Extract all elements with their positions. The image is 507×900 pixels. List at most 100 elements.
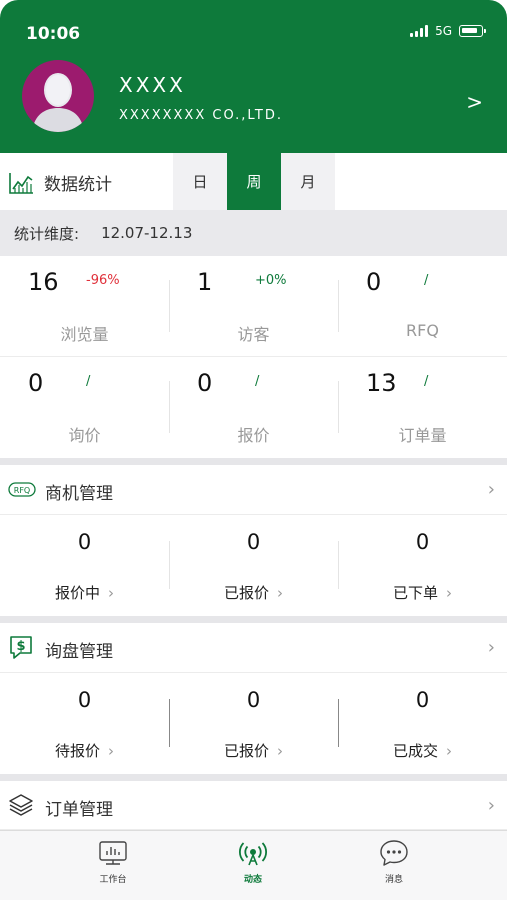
message-icon (380, 840, 408, 866)
chevron-right-icon: › (487, 479, 495, 500)
inquiry-section: $ 询盘管理 › 0 待报价 › 0 已报价 › 0 已成交 › (0, 623, 507, 774)
divider (169, 381, 170, 433)
metric-label: 浏览量 (60, 325, 109, 344)
metric-value: 13 (366, 369, 397, 397)
network-type: 5G (435, 24, 452, 38)
opportunity-header[interactable]: RFQ 商机管理 › (0, 465, 507, 515)
profile-header: 10:06 5G XXXX XXXXXXXX CO.,LTD. > (0, 0, 507, 153)
app-screen: 10:06 5G XXXX XXXXXXXX CO.,LTD. > 数据统计 日… (0, 0, 507, 900)
chevron-right-icon: › (277, 584, 283, 602)
cell-label: 已报价 (223, 742, 269, 760)
metric-visitors[interactable]: 1 +0% 访客 (169, 256, 338, 357)
metric-change: / (424, 374, 429, 389)
cell-value: 0 (77, 530, 92, 554)
orders-section: 订单管理 › (0, 781, 507, 830)
inq-pending[interactable]: 0 待报价 › (0, 674, 169, 774)
nav-workbench[interactable]: 工作台 (73, 839, 153, 885)
nav-activity[interactable]: 动态 (213, 839, 293, 885)
opp-quoted[interactable]: 0 已报价 › (169, 516, 338, 616)
cell-value: 0 (415, 688, 430, 712)
inquiry-title: 询盘管理 (45, 642, 113, 662)
person-silhouette-icon (32, 73, 84, 132)
stats-dimension-row: 统计维度: 12.07-12.13 (0, 210, 507, 256)
inquiry-header[interactable]: $ 询盘管理 › (0, 623, 507, 673)
user-name: XXXX (119, 73, 186, 97)
divider (169, 280, 170, 332)
metric-label: 报价 (237, 426, 270, 445)
inq-closed[interactable]: 0 已成交 › (338, 674, 507, 774)
profile-chevron-icon[interactable]: > (466, 90, 483, 114)
rfq-badge-text: RFQ (14, 486, 30, 495)
orders-title: 订单管理 (45, 800, 113, 820)
cell-value: 0 (415, 530, 430, 554)
company-name: XXXXXXXX CO.,LTD. (119, 108, 283, 123)
nav-label: 消息 (384, 875, 403, 885)
tab-week[interactable]: 周 (227, 153, 281, 210)
chevron-right-icon: › (108, 584, 114, 602)
opportunity-title: 商机管理 (45, 484, 113, 504)
status-indicators: 5G (410, 24, 486, 38)
cell-label-wrap: 已下单 › (338, 582, 507, 603)
opp-ordered[interactable]: 0 已下单 › (338, 516, 507, 616)
svg-text:$: $ (16, 639, 25, 654)
metric-value: 0 (28, 369, 44, 397)
metric-change: -96% (86, 273, 120, 288)
signal-icon (410, 25, 429, 37)
metric-change: / (255, 374, 260, 389)
cell-value: 0 (246, 530, 261, 554)
metric-value: 1 (197, 268, 213, 296)
metric-views[interactable]: 16 -96% 浏览量 (0, 256, 169, 357)
section-gap (0, 458, 507, 465)
cell-label-wrap: 报价中 › (0, 582, 169, 603)
layers-icon (9, 794, 33, 816)
cell-label: 已成交 (392, 742, 438, 760)
divider (338, 541, 339, 589)
dimension-label: 统计维度: (14, 224, 80, 243)
rfq-badge-icon: RFQ (8, 482, 36, 497)
chevron-right-icon: › (487, 795, 495, 816)
tab-day[interactable]: 日 (173, 153, 227, 210)
cell-label: 报价中 (54, 584, 100, 602)
dimension-value: 12.07-12.13 (101, 224, 193, 242)
dollar-chat-icon: $ (10, 636, 32, 659)
section-gap (0, 616, 507, 623)
stats-header: 数据统计 日 周 月 (0, 153, 507, 210)
divider (338, 699, 339, 747)
broadcast-icon (239, 842, 267, 866)
cell-label: 已报价 (223, 584, 269, 602)
metric-quotes[interactable]: 0 / 报价 (169, 357, 338, 458)
divider (0, 356, 507, 357)
metric-rfq[interactable]: 0 / RFQ (338, 256, 507, 357)
divider (169, 699, 170, 747)
cell-label: 已下单 (392, 584, 438, 602)
nav-messages[interactable]: 消息 (354, 839, 434, 885)
period-tabs: 日 周 月 (173, 153, 335, 210)
chevron-right-icon: › (446, 742, 452, 760)
metric-change: / (86, 374, 91, 389)
metric-orders[interactable]: 13 / 订单量 (338, 357, 507, 458)
cell-value: 0 (246, 688, 261, 712)
metric-inquiries[interactable]: 0 / 询价 (0, 357, 169, 458)
chevron-right-icon: › (487, 637, 495, 658)
chevron-right-icon: › (108, 742, 114, 760)
tab-month[interactable]: 月 (281, 153, 335, 210)
avatar[interactable] (22, 60, 94, 132)
divider (338, 280, 339, 332)
cell-value: 0 (77, 688, 92, 712)
cell-label-wrap: 已报价 › (169, 582, 338, 603)
metric-change: +0% (255, 273, 287, 288)
metric-value: 16 (28, 268, 59, 296)
section-gap (0, 774, 507, 781)
opp-quoting[interactable]: 0 报价中 › (0, 516, 169, 616)
stats-title-wrap: 数据统计 (8, 170, 112, 195)
chevron-right-icon: › (277, 742, 283, 760)
metric-label: 询价 (68, 426, 101, 445)
orders-header[interactable]: 订单管理 › (0, 781, 507, 830)
line-chart-icon (9, 172, 33, 194)
cell-label: 待报价 (54, 742, 100, 760)
chevron-right-icon: › (446, 584, 452, 602)
metric-value: 0 (366, 268, 382, 296)
inq-quoted[interactable]: 0 已报价 › (169, 674, 338, 774)
metric-label: RFQ (406, 321, 439, 340)
metric-change: / (424, 273, 429, 288)
